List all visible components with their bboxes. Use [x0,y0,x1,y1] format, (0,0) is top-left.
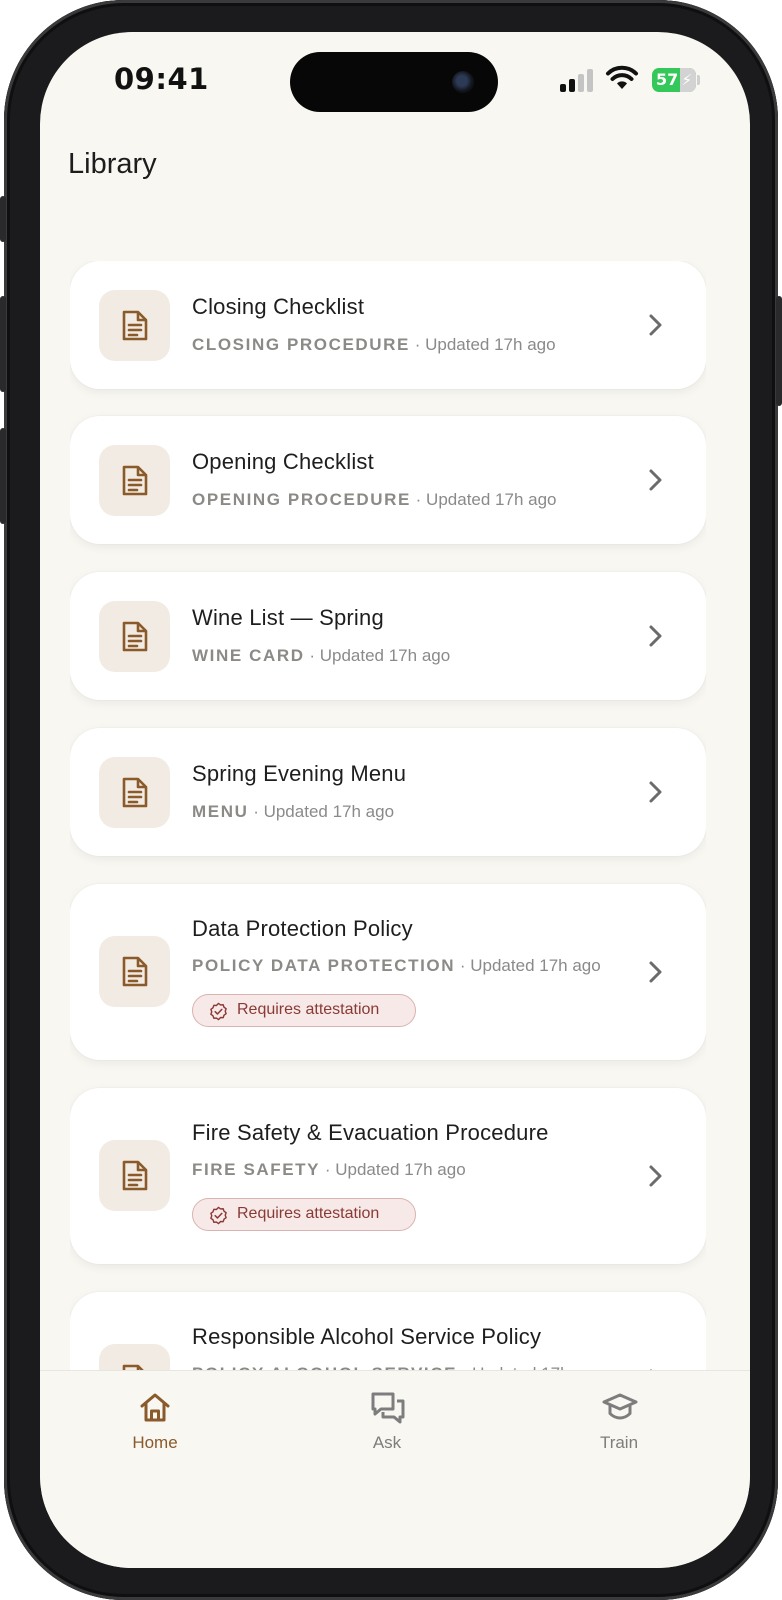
document-title: Wine List — Spring [192,605,384,630]
phone-frame: 09:41 57 ⚡ Library Closing Checklist CLO… [0,0,782,1600]
battery-icon: 57 ⚡ [652,68,696,92]
wifi-icon [606,65,638,89]
chevron-right-icon [649,961,662,983]
graduation-cap-icon [602,1393,638,1420]
action-button [0,196,6,242]
document-card[interactable]: Fire Safety & Evacuation Procedure FIRE … [70,1088,706,1264]
verified-badge-icon [210,1002,227,1021]
chevron-right-icon [649,625,662,647]
tab-bar: Home Ask Train [40,1370,750,1568]
document-title: Opening Checklist [192,449,374,474]
status-time: 09:41 [114,62,209,96]
document-updated: · Updated 17h ago [320,1160,466,1179]
chevron-right-icon [649,469,662,491]
document-icon [99,290,170,361]
tab-train[interactable]: Train [559,1391,679,1461]
document-card[interactable]: Opening Checklist OPENING PROCEDURE · Up… [70,416,706,544]
chevron-right-icon [649,314,662,336]
document-title: Closing Checklist [192,294,365,319]
home-icon [140,1393,170,1422]
power-button [776,296,782,406]
document-card[interactable]: Wine List — Spring WINE CARD · Updated 1… [70,572,706,700]
page-title: Library [68,148,157,180]
verified-badge-icon [210,1206,227,1225]
attestation-badge: Requires attestation [192,994,416,1027]
document-category: MENU [192,802,249,821]
document-updated: · Updated 17h ago [304,646,451,665]
document-icon [99,601,170,672]
document-icon [99,445,170,516]
tab-ask[interactable]: Ask [327,1391,447,1461]
dynamic-island [290,52,498,112]
camera-icon [452,71,474,93]
tab-train-label: Train [599,1433,639,1452]
document-category: CLOSING PROCEDURE [192,335,410,354]
document-meta: FIRE SAFETY · Updated 17h ago [192,1160,466,1180]
document-card[interactable]: Data Protection Policy POLICY DATA PROTE… [70,884,706,1060]
document-title: Fire Safety & Evacuation Procedure [192,1120,549,1145]
document-meta: CLOSING PROCEDURE · Updated 17h ago [192,335,556,355]
tab-home[interactable]: Home [95,1391,215,1461]
tab-home-label: Home [132,1433,178,1452]
document-updated: · Updated 17h ago [410,490,557,509]
chevron-right-icon [649,781,662,803]
document-icon [99,936,170,1007]
battery-cap [697,75,700,85]
document-card[interactable]: Closing Checklist CLOSING PROCEDURE · Up… [70,261,706,389]
volume-up-button [0,296,6,392]
screen: 09:41 57 ⚡ Library Closing Checklist CLO… [40,32,750,1568]
document-meta: OPENING PROCEDURE · Updated 17h ago [192,490,557,510]
document-category: POLICY DATA PROTECTION [192,956,456,975]
tab-ask-label: Ask [372,1433,402,1452]
cellular-signal-icon [560,68,598,92]
document-icon [99,757,170,828]
attestation-badge: Requires attestation [192,1198,416,1231]
volume-down-button [0,428,6,524]
document-icon [99,1140,170,1211]
document-updated: · Updated 17h ago [248,802,395,821]
document-title: Data Protection Policy [192,916,413,941]
document-title: Spring Evening Menu [192,761,407,786]
document-meta: MENU · Updated 17h ago [192,802,394,822]
document-category: WINE CARD [192,646,305,665]
chevron-right-icon [649,1165,662,1187]
attestation-badge-label: Requires attestation [237,1205,380,1222]
document-title: Responsible Alcohol Service Policy [192,1324,542,1349]
document-card[interactable]: Spring Evening Menu MENU · Updated 17h a… [70,728,706,856]
document-meta: POLICY DATA PROTECTION · Updated 17h ago [192,956,601,976]
document-category: FIRE SAFETY [192,1160,321,1179]
document-meta: WINE CARD · Updated 17h ago [192,646,450,666]
chat-icon [371,1392,405,1424]
document-updated: · Updated 17h ago [455,956,601,975]
document-category: OPENING PROCEDURE [192,490,411,509]
document-updated: · Updated 17h ago [410,335,556,354]
attestation-badge-label: Requires attestation [237,1001,380,1018]
battery-level: 57 [656,70,679,89]
document-list[interactable]: Closing Checklist CLOSING PROCEDURE · Up… [70,261,706,1402]
